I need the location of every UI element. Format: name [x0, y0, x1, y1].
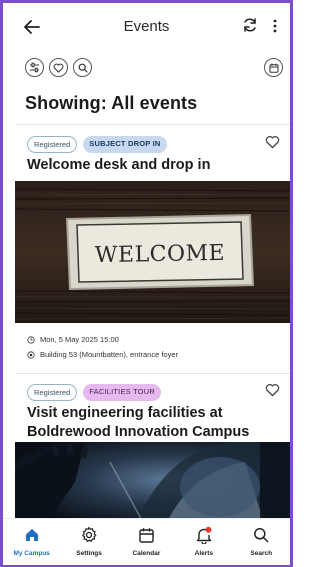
filter-button[interactable]	[25, 58, 44, 77]
registered-badge: Registered	[27, 384, 78, 401]
calendar-icon	[269, 63, 278, 73]
bottom-navigation: My Campus Settings Calendar Alerts Searc…	[3, 518, 290, 565]
event-image: WELCOME	[15, 181, 290, 323]
app-bar: Events	[3, 3, 290, 49]
calendar-view-button[interactable]	[264, 58, 283, 77]
nav-search[interactable]: Search	[236, 525, 286, 557]
sign-text: WELCOME	[95, 241, 226, 268]
divider	[15, 373, 290, 374]
event-location-row: Building 53 (Mountbatten), entrance foye…	[27, 350, 178, 359]
heart-outline-icon	[265, 384, 280, 397]
event-card[interactable]: Registered SUBJECT DROP IN Welcome desk …	[15, 128, 290, 373]
more-vertical-icon	[273, 19, 277, 33]
nav-label: Calendar	[132, 550, 161, 557]
location-pin-icon	[27, 350, 35, 359]
favorite-button[interactable]	[265, 383, 280, 397]
nav-my-campus[interactable]: My Campus	[7, 525, 57, 557]
calendar-icon	[139, 527, 154, 543]
heart-outline-icon	[53, 63, 64, 73]
favorite-button[interactable]	[265, 135, 280, 149]
event-location: Building 53 (Mountbatten), entrance foye…	[40, 350, 178, 359]
nav-label: Search	[250, 550, 273, 557]
nav-label: My Campus	[13, 550, 50, 557]
nav-settings[interactable]: Settings	[64, 525, 114, 557]
event-card[interactable]: Registered FACILITIES TOUR Visit enginee…	[15, 376, 290, 526]
showing-heading: Showing: All events	[25, 93, 198, 113]
alert-dot	[205, 526, 212, 533]
event-tags: Registered FACILITIES TOUR	[27, 384, 161, 401]
search-icon	[254, 528, 269, 543]
search-filter-button[interactable]	[73, 58, 92, 77]
nav-label: Settings	[76, 550, 102, 557]
event-title: Welcome desk and drop in	[27, 157, 211, 173]
nav-calendar[interactable]: Calendar	[121, 525, 171, 557]
search-icon	[78, 63, 88, 73]
frame-border-right	[290, 0, 293, 567]
refresh-button[interactable]	[242, 17, 260, 35]
clock-icon	[27, 335, 35, 344]
event-date: Mon, 5 May 2025 15:00	[40, 335, 119, 344]
more-options-button[interactable]	[268, 17, 282, 35]
registered-badge: Registered	[27, 136, 78, 153]
welcome-sign-photo: WELCOME	[15, 181, 290, 323]
gear-icon	[82, 526, 97, 542]
divider	[15, 124, 290, 125]
favorites-filter-button[interactable]	[49, 58, 68, 77]
frame-border-left	[0, 0, 3, 567]
filter-toolbar	[25, 58, 92, 77]
engineering-facility-photo	[15, 442, 290, 526]
nav-label: Alerts	[194, 550, 214, 557]
event-image	[15, 442, 290, 526]
category-badge: SUBJECT DROP IN	[83, 136, 167, 153]
bell-icon	[196, 526, 212, 544]
event-tags: Registered SUBJECT DROP IN	[27, 136, 167, 153]
home-icon	[25, 529, 38, 541]
app-screen: Events Showing: All events Registered SU…	[0, 0, 293, 567]
event-datetime: Mon, 5 May 2025 15:00	[27, 335, 119, 344]
category-badge: FACILITIES TOUR	[83, 384, 161, 401]
sliders-icon	[30, 62, 39, 73]
nav-alerts[interactable]: Alerts	[179, 525, 229, 557]
heart-outline-icon	[265, 136, 280, 149]
refresh-icon	[244, 18, 256, 32]
event-title: Visit engineering facilities at Boldrewo…	[27, 405, 250, 440]
